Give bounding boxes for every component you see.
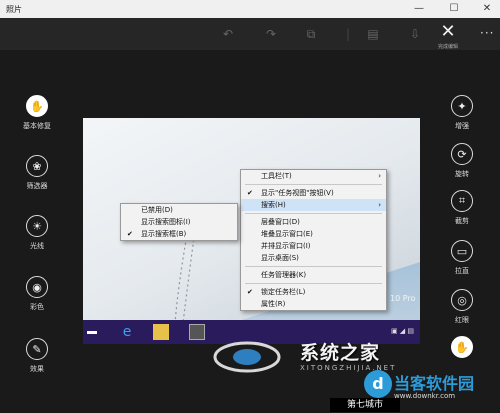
done-close-icon[interactable]: ✕ <box>438 22 458 42</box>
eye-icon: ◎ <box>451 289 473 311</box>
tool-spot-fix[interactable]: ✋ <box>442 336 482 358</box>
maximize-button[interactable]: ☐ <box>443 2 465 16</box>
check-icon: ✔ <box>247 288 253 296</box>
tool-label: 光线 <box>30 242 44 250</box>
rotate-icon: ⟳ <box>451 143 473 165</box>
store-icon[interactable] <box>189 324 205 340</box>
tool-label: 基本修复 <box>23 122 51 130</box>
done-label: 完成编辑 <box>437 44 458 50</box>
tool-label: 拉直 <box>455 267 469 275</box>
tool-light[interactable]: ☀ 光线 <box>17 215 57 251</box>
save-copy-icon[interactable]: ⇩ <box>407 26 423 42</box>
tool-straighten[interactable]: ▭ 拉直 <box>442 240 482 276</box>
search-submenu: 已禁用(D) 显示搜索图标(I) ✔ 显示搜索框(B) <box>120 203 238 241</box>
minimize-button[interactable]: — <box>408 2 430 16</box>
magic-wand-icon: ✦ <box>451 95 473 117</box>
tool-label: 增强 <box>455 122 469 130</box>
menu-item-cascade[interactable]: 层叠窗口(D) <box>241 216 386 228</box>
undo-icon[interactable]: ↶ <box>220 26 236 42</box>
menu-item-toolbars[interactable]: 工具栏(T) › <box>241 170 386 182</box>
save-icon[interactable]: ▤ <box>365 26 381 42</box>
menu-item-lock-taskbar[interactable]: ✔ 锁定任务栏(L) <box>241 286 386 298</box>
tool-enhance[interactable]: ✦ 增强 <box>442 95 482 131</box>
menu-divider <box>245 184 382 185</box>
footer-watermark: 第七城市 <box>330 398 400 412</box>
menu-item-show-desktop[interactable]: 显示桌面(S) <box>241 252 386 264</box>
downkr-watermark: 当客软件园 <box>394 374 475 393</box>
tool-label: 彩色 <box>30 303 44 311</box>
edge-icon[interactable]: e <box>119 324 135 340</box>
taskbar-context-menu: 工具栏(T) › ✔ 显示"任务视图"按钮(V) 搜索(H) › 层叠窗口(D) 堆叠… <box>240 169 387 311</box>
compare-icon[interactable]: ⧉ <box>303 26 319 42</box>
toolbar-divider: | <box>345 27 351 41</box>
menu-item-stack[interactable]: 堆叠显示窗口(E) <box>241 228 386 240</box>
site-logo-icon <box>213 341 281 373</box>
more-options-icon[interactable]: ··· <box>480 26 494 40</box>
menu-item-show-task-view[interactable]: ✔ 显示"任务视图"按钮(V) <box>241 187 386 199</box>
tool-basic-fix[interactable]: ✋ 基本修复 <box>17 95 57 131</box>
tool-label: 红眼 <box>455 316 469 324</box>
sun-icon: ☀ <box>26 215 48 237</box>
hand-icon: ✋ <box>26 95 48 117</box>
close-window-button[interactable]: ✕ <box>476 2 498 16</box>
edition-text: 10 Pro <box>390 294 416 303</box>
filter-icon: ❀ <box>26 155 48 177</box>
brush-icon: ✎ <box>26 338 48 360</box>
site-watermark: 系统之家 <box>300 342 381 364</box>
crop-icon: ⌗ <box>451 190 473 212</box>
redo-icon[interactable]: ↷ <box>263 26 279 42</box>
palette-icon: ◉ <box>26 276 48 298</box>
menu-item-task-manager[interactable]: 任务管理器(K) <box>241 269 386 281</box>
check-icon: ✔ <box>127 230 133 238</box>
submenu-item-disabled[interactable]: 已禁用(D) <box>121 204 237 216</box>
menu-divider <box>245 213 382 214</box>
menu-divider <box>245 266 382 267</box>
edit-toolbar: ↶ ↷ ⧉ | ▤ ⇩ ✕ 完成编辑 ··· <box>0 18 500 50</box>
tool-label: 旋转 <box>455 170 469 178</box>
window-title: 照片 <box>6 5 22 14</box>
menu-item-side-by-side[interactable]: 并排显示窗口(I) <box>241 240 386 252</box>
submenu-item-show-search-icon[interactable]: 显示搜索图标(I) <box>121 216 237 228</box>
chevron-right-icon: › <box>378 201 381 209</box>
check-icon: ✔ <box>247 189 253 197</box>
downkr-logo-icon: d <box>364 370 392 398</box>
menu-item-search[interactable]: 搜索(H) › <box>241 199 386 211</box>
touch-icon: ✋ <box>451 336 473 358</box>
tool-crop[interactable]: ⌗ 截剪 <box>442 190 482 226</box>
explorer-icon[interactable] <box>153 324 169 340</box>
tool-label: 筛选器 <box>26 182 48 190</box>
menu-divider <box>245 283 382 284</box>
notification-icon[interactable]: ▣ ◢ ▤ <box>391 327 414 335</box>
tool-label: 效果 <box>30 365 44 373</box>
chevron-right-icon: › <box>378 172 381 180</box>
title-bar: 照片 — ☐ ✕ <box>0 0 500 18</box>
tool-rotate[interactable]: ⟳ 旋转 <box>442 143 482 179</box>
submenu-item-show-search-box[interactable]: ✔ 显示搜索框(B) <box>121 228 237 240</box>
straighten-icon: ▭ <box>451 240 473 262</box>
task-view-icon[interactable] <box>87 331 97 334</box>
tool-filters[interactable]: ❀ 筛选器 <box>17 155 57 191</box>
downkr-url: www.downkr.com <box>394 392 456 400</box>
tool-effects[interactable]: ✎ 效果 <box>17 338 57 374</box>
tool-color[interactable]: ◉ 彩色 <box>17 276 57 312</box>
tool-red-eye[interactable]: ◎ 红眼 <box>442 289 482 325</box>
tool-label: 截剪 <box>455 217 469 225</box>
menu-item-properties[interactable]: 属性(R) <box>241 298 386 310</box>
